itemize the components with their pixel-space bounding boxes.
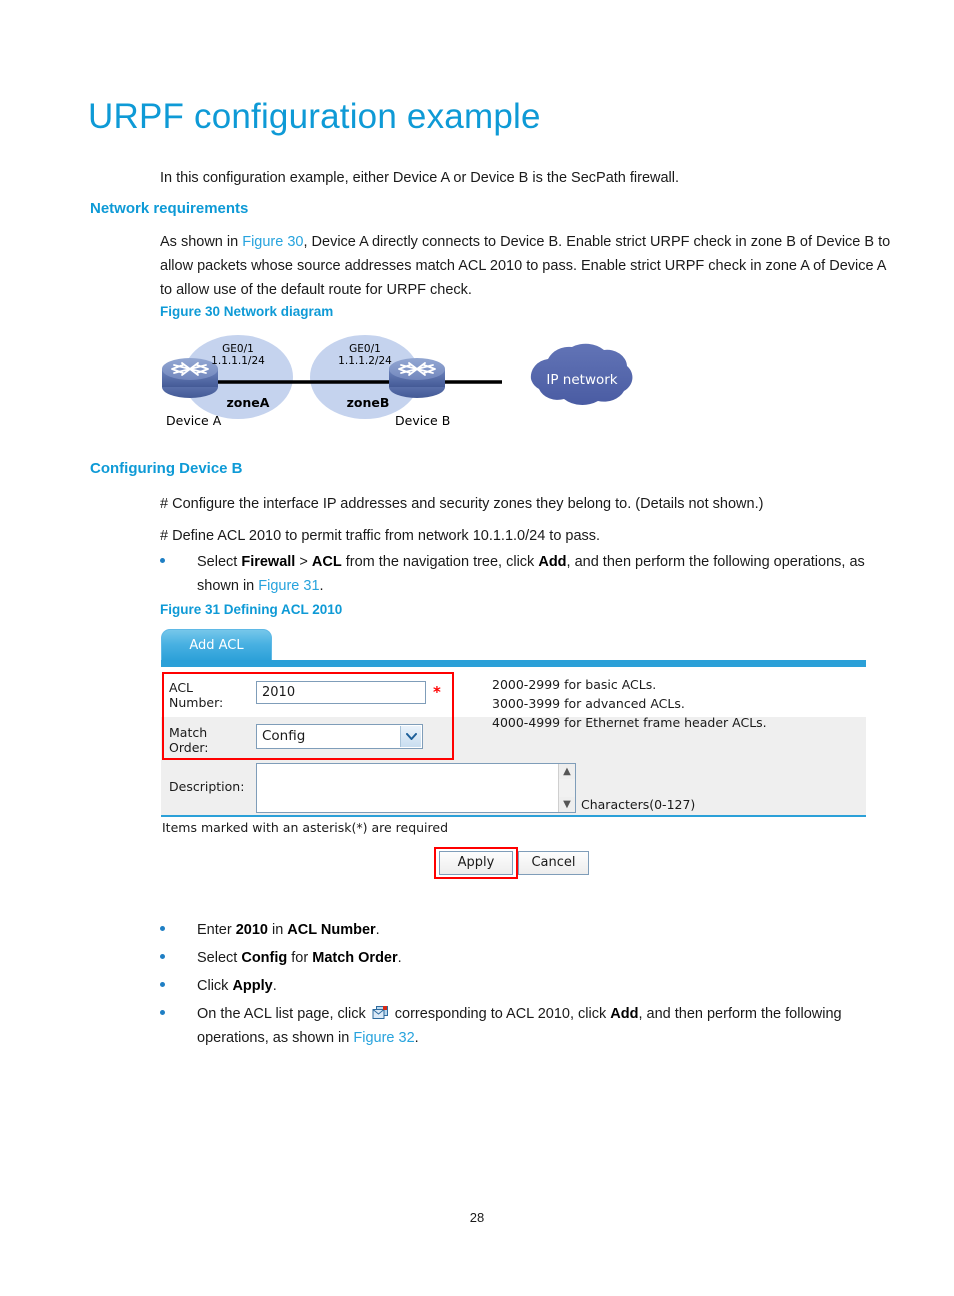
b1-bold-firewall: Firewall bbox=[241, 554, 296, 570]
figure-30-link[interactable]: Figure 30 bbox=[242, 234, 303, 250]
config-note-1: # Configure the interface IP addresses a… bbox=[160, 496, 764, 512]
step-select-match-order: Select Config for Match Order. bbox=[160, 946, 900, 970]
nr-line1-pre: As shown in bbox=[160, 234, 243, 250]
router-device-a bbox=[162, 358, 218, 398]
s4-bold-add: Add bbox=[610, 1006, 639, 1022]
device-b-label: Device B bbox=[395, 413, 450, 428]
page-number: 28 bbox=[469, 1210, 485, 1225]
required-fields-note: Items marked with an asterisk(*) are req… bbox=[162, 820, 449, 835]
bullet-dot-icon bbox=[160, 926, 165, 931]
acl-number-label: ACL Number: bbox=[169, 680, 224, 710]
description-textarea[interactable] bbox=[257, 764, 561, 812]
s4-pre: On the ACL list page, click bbox=[197, 1006, 370, 1022]
b1-mid2: from the navigation tree, click bbox=[341, 554, 539, 570]
b1-bold-add: Add bbox=[538, 554, 567, 570]
s1-bold-acl-number: ACL Number bbox=[287, 922, 376, 938]
acl-number-range-hint: 2000-2999 for basic ACLs. 3000-3999 for … bbox=[492, 677, 767, 730]
apply-button[interactable]: Apply bbox=[439, 851, 513, 875]
scroll-up-icon[interactable]: ▲ bbox=[559, 764, 575, 779]
device-a-label: Device A bbox=[166, 413, 222, 428]
s4-mid1: corresponding to ACL 2010, click bbox=[390, 1006, 611, 1022]
s3-pre: Click bbox=[197, 978, 233, 994]
step-acl-list-page: On the ACL list page, click correspondin… bbox=[160, 1002, 900, 1050]
section-heading-network-requirements: Network requirements bbox=[90, 200, 249, 217]
match-order-select[interactable]: Config bbox=[256, 724, 423, 749]
chevron-down-icon[interactable] bbox=[400, 726, 421, 747]
tab-bar bbox=[161, 660, 866, 667]
iface-a-name: GE0/1 bbox=[222, 343, 254, 355]
acl-number-required-asterisk: * bbox=[433, 683, 441, 701]
s2-bold-match-order: Match Order bbox=[312, 950, 398, 966]
s1-mid: in bbox=[267, 922, 288, 938]
b1-post: , and then perform the following operati… bbox=[566, 554, 846, 570]
tab-add-acl-label: Add ACL bbox=[189, 638, 244, 653]
nr-line1-post: , Device A directly connects to Device B… bbox=[303, 234, 813, 250]
figure-31-caption: Figure 31 Defining ACL 2010 bbox=[160, 602, 343, 617]
acl-form-body: ACL Number: 2010 * Match Order: Config 2… bbox=[161, 667, 866, 815]
acl-rule-config-icon[interactable] bbox=[372, 1005, 389, 1021]
s1-pre: Enter bbox=[197, 922, 236, 938]
cancel-button[interactable]: Cancel bbox=[518, 851, 589, 875]
network-diagram: GE0/1 1.1.1.1/24 GE0/1 1.1.1.2/24 zoneA … bbox=[150, 332, 650, 442]
description-label: Description: bbox=[169, 779, 245, 794]
description-character-count-note: Characters(0-127) bbox=[581, 797, 696, 812]
iface-a-addr: 1.1.1.1/24 bbox=[211, 355, 265, 367]
iface-b-addr: 1.1.1.2/24 bbox=[338, 355, 392, 367]
b1-bold-acl: ACL bbox=[311, 554, 342, 570]
scroll-down-icon[interactable]: ▼ bbox=[559, 797, 575, 812]
bullet-dot-icon bbox=[160, 982, 165, 987]
zone-a-label: zoneA bbox=[227, 395, 270, 410]
bullet-select-firewall-acl-text: Select Firewall > ACL from the navigatio… bbox=[197, 550, 900, 598]
document-page: URPF configuration example In this confi… bbox=[0, 0, 954, 1296]
acl-number-input[interactable]: 2010 bbox=[256, 681, 426, 704]
s1-post: . bbox=[375, 922, 380, 938]
s1-bold-2010: 2010 bbox=[235, 922, 268, 938]
b1-line2-post: . bbox=[319, 578, 324, 594]
zone-b-label: zoneB bbox=[347, 395, 390, 410]
step-enter-acl-number: Enter 2010 in ACL Number. bbox=[160, 918, 900, 942]
figure-30-caption: Figure 30 Network diagram bbox=[160, 304, 334, 319]
section-heading-configuring-device-b: Configuring Device B bbox=[90, 460, 243, 477]
s2-post: . bbox=[397, 950, 402, 966]
description-textarea-wrap: ▲ ▼ bbox=[256, 763, 576, 813]
router-device-b bbox=[389, 358, 445, 398]
panel-divider bbox=[161, 815, 866, 817]
s2-bold-config: Config bbox=[241, 950, 288, 966]
bullet-dot-icon bbox=[160, 954, 165, 959]
s4-mid2: , and then perform the bbox=[638, 1006, 782, 1022]
s2-mid: for bbox=[287, 950, 313, 966]
iface-b-name: GE0/1 bbox=[349, 343, 381, 355]
bullet-dot-icon bbox=[160, 1010, 165, 1015]
tab-add-acl[interactable]: Add ACL bbox=[161, 629, 272, 661]
s2-pre: Select bbox=[197, 950, 242, 966]
match-order-label: Match Order: bbox=[169, 725, 209, 755]
add-acl-screenshot: Add ACL ACL Number: 2010 * Match Order: … bbox=[161, 629, 866, 901]
bullet-select-firewall-acl: Select Firewall > ACL from the navigatio… bbox=[160, 550, 900, 598]
s4-line2-post: . bbox=[414, 1030, 419, 1046]
s3-post: . bbox=[272, 978, 277, 994]
page-title: URPF configuration example bbox=[88, 97, 541, 136]
b1-mid1: > bbox=[295, 554, 312, 570]
bullet-dot-icon bbox=[160, 558, 165, 563]
config-note-2: # Define ACL 2010 to permit traffic from… bbox=[160, 528, 601, 544]
b1-pre: Select bbox=[197, 554, 242, 570]
figure-31-link[interactable]: Figure 31 bbox=[258, 578, 319, 594]
step-click-apply: Click Apply. bbox=[160, 974, 900, 998]
match-order-selected-value: Config bbox=[262, 728, 306, 744]
s3-bold-apply: Apply bbox=[232, 978, 273, 994]
ip-network-label: IP network bbox=[546, 372, 617, 388]
intro-paragraph: In this configuration example, either De… bbox=[160, 170, 680, 186]
network-requirements-paragraph: As shown in Figure 30, Device A directly… bbox=[160, 230, 900, 302]
description-scrollbar[interactable]: ▲ ▼ bbox=[558, 764, 575, 812]
figure-32-link[interactable]: Figure 32 bbox=[353, 1030, 414, 1046]
